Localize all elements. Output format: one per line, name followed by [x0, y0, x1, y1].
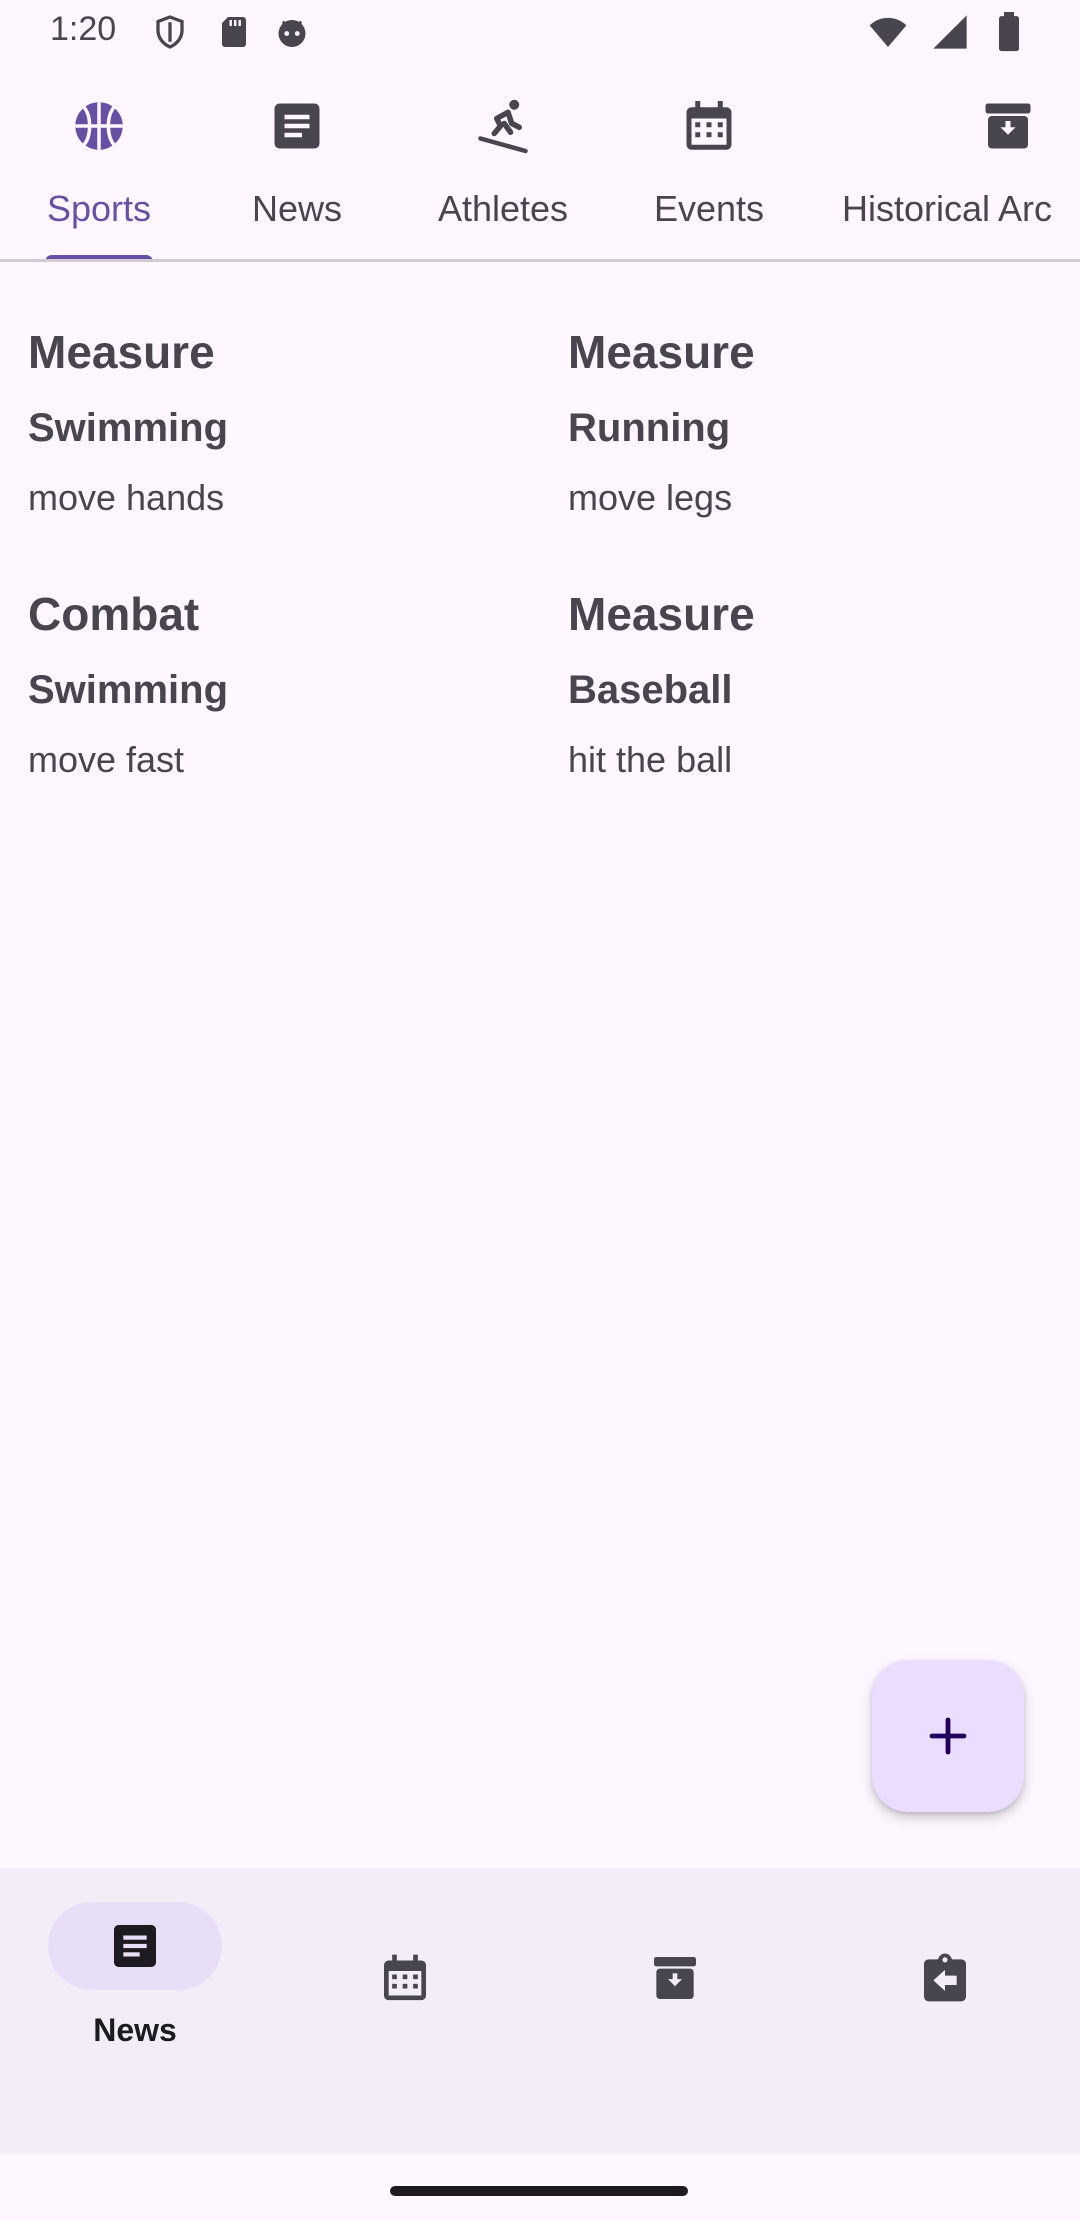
nav-item-events[interactable] [270, 1868, 540, 2154]
gesture-navigation-area [0, 2154, 1080, 2220]
card-title: Combat [28, 588, 200, 640]
tab-sports[interactable]: Sports [0, 66, 198, 259]
battery-icon [999, 12, 1019, 52]
nav-item-assignment[interactable] [810, 1868, 1080, 2154]
tab-label: Athletes [437, 188, 569, 229]
bottom-navigation-bar: News [0, 1868, 1080, 2154]
archive-icon [985, 103, 1031, 149]
sport-card[interactable]: Measure Swimming move hands [28, 324, 528, 522]
sport-card[interactable]: Combat Swimming move fast [28, 586, 528, 784]
sport-card[interactable]: Measure Baseball hit the ball [568, 586, 1068, 784]
basketball-icon [75, 102, 123, 150]
tab-historical-archive[interactable]: Historical Arc [826, 66, 1080, 259]
card-title: Measure [28, 326, 215, 378]
tab-events[interactable]: Events [610, 66, 808, 259]
archive-icon [654, 1957, 696, 1999]
status-time: 1:20 [50, 10, 117, 48]
card-title: Measure [568, 588, 755, 640]
tab-label: News [251, 188, 343, 229]
nav-item-news[interactable]: News [0, 1868, 270, 2154]
plus-icon [929, 1717, 967, 1755]
tab-athletes[interactable]: Athletes [406, 66, 600, 259]
cell-signal-icon [933, 15, 967, 49]
top-tab-bar: Sports News Athletes Events Historical A… [0, 66, 1080, 262]
tab-news[interactable]: News [198, 66, 396, 259]
add-fab-button[interactable] [872, 1660, 1024, 1812]
tab-label: Sports [46, 188, 152, 229]
nav-item-archive[interactable] [540, 1868, 810, 2154]
calendar-icon [686, 101, 732, 150]
card-title: Measure [568, 326, 755, 378]
card-description: move legs [568, 477, 733, 518]
card-subtitle: Running [568, 406, 731, 450]
gesture-handle[interactable] [390, 2186, 688, 2196]
card-subtitle: Baseball [568, 668, 733, 712]
sport-card[interactable]: Measure Running move legs [568, 324, 1068, 522]
nav-label: News [93, 2012, 177, 2048]
card-subtitle: Swimming [28, 406, 229, 450]
wifi-icon [869, 17, 907, 47]
card-description: move fast [28, 739, 185, 780]
calendar-icon [384, 1954, 426, 2001]
tab-label: Historical Arc [842, 188, 1053, 229]
card-subtitle: Swimming [28, 668, 229, 712]
skier-icon [478, 99, 528, 154]
tab-label: Events [653, 188, 765, 229]
selected-tab-indicator [45, 255, 153, 259]
article-icon [114, 1925, 156, 1967]
article-icon [274, 103, 320, 149]
card-description: hit the ball [568, 739, 733, 780]
status-bar: 1:20 [0, 0, 1080, 66]
assignment-return-icon [924, 1953, 966, 2002]
shield-icon [156, 15, 184, 49]
card-description: move hands [28, 477, 225, 518]
sd-card-icon [222, 17, 246, 47]
android-face-icon [278, 20, 306, 47]
